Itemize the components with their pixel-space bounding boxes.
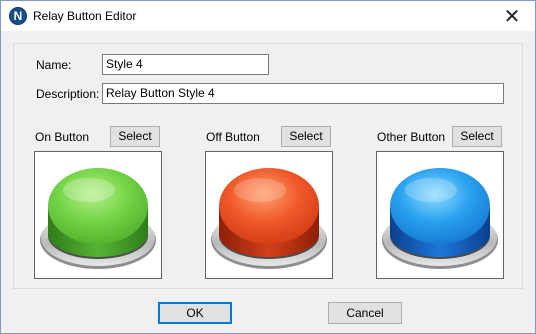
window-title: Relay Button Editor [33,9,137,23]
other-button-label: Other Button [377,130,446,144]
other-button-preview[interactable] [376,151,504,279]
title-bar[interactable]: N Relay Button Editor ✕ [1,1,535,31]
blue-relay-button-icon [382,168,498,269]
red-relay-button-icon [211,168,327,269]
description-label: Description: [36,87,100,101]
name-input[interactable]: Style 4 [102,54,269,75]
on-button-select-button[interactable]: Select [110,126,160,147]
on-button-label: On Button [35,130,90,144]
green-relay-button-icon [40,168,156,269]
editor-panel: Name: Style 4 Description: Relay Button … [13,43,523,289]
other-button-select-button[interactable]: Select [452,126,502,147]
name-label: Name: [36,58,72,72]
relay-button-editor-window: N Relay Button Editor ✕ Name: Style 4 De… [0,0,536,334]
description-input[interactable]: Relay Button Style 4 [102,83,504,104]
off-button-select-button[interactable]: Select [281,126,331,147]
app-logo-icon: N [9,7,27,25]
off-button-label: Off Button [206,130,260,144]
off-button-preview[interactable] [205,151,333,279]
close-button[interactable]: ✕ [489,1,535,31]
on-button-preview[interactable] [34,151,162,279]
ok-button[interactable]: OK [158,302,232,324]
cancel-button[interactable]: Cancel [328,302,402,324]
